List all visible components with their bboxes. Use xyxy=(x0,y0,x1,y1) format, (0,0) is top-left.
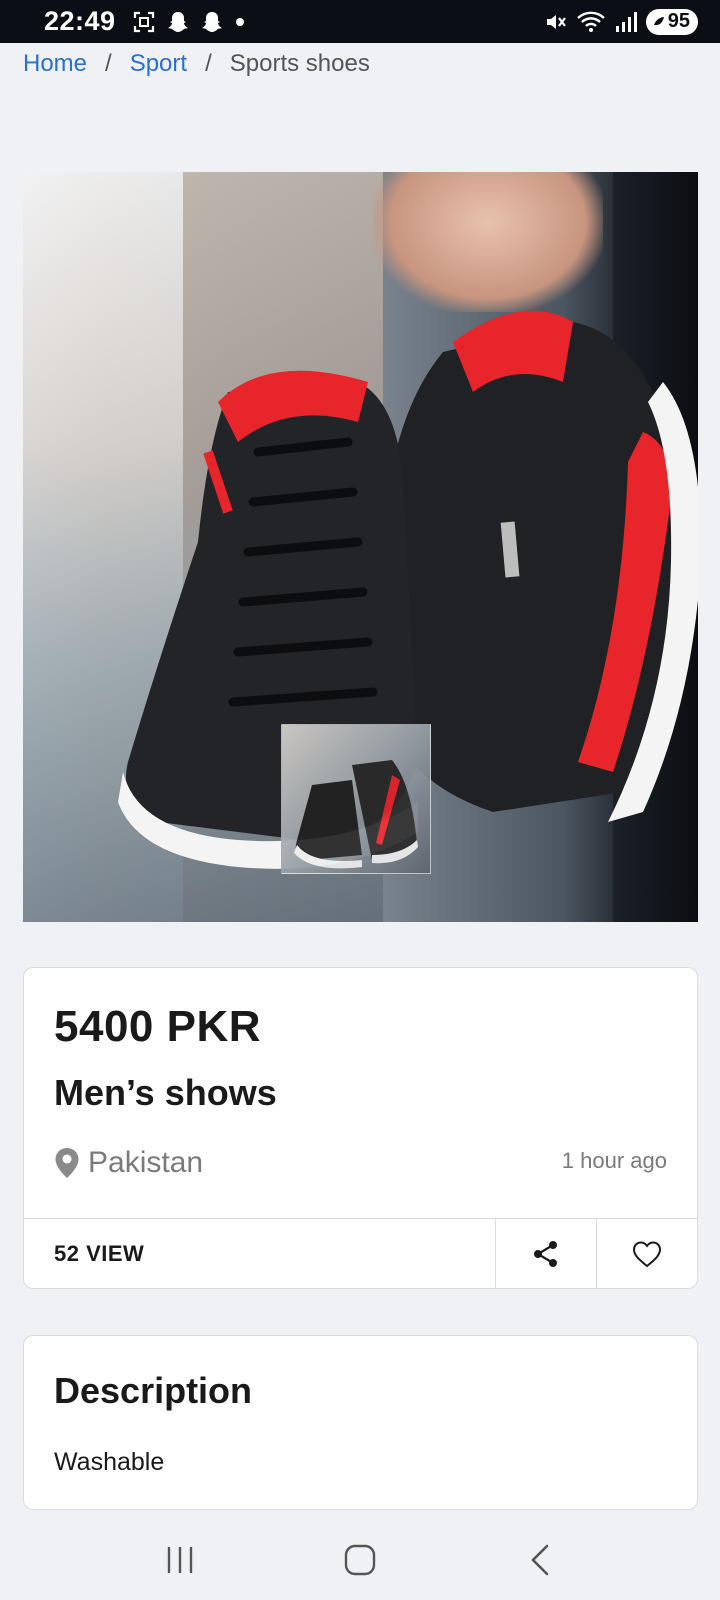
description-card: Description Washable xyxy=(23,1335,698,1510)
breadcrumb-home[interactable]: Home xyxy=(23,50,87,78)
card-footer: 52 VIEW xyxy=(24,1218,697,1289)
back-button[interactable] xyxy=(510,1530,570,1590)
battery-saver-icon xyxy=(653,16,664,25)
mute-icon xyxy=(546,14,566,29)
screenshot-icon xyxy=(133,11,154,32)
product-price: 5400 PKR xyxy=(54,1002,262,1051)
location-pin-icon xyxy=(55,1148,79,1178)
thumbnail-shoe-icon xyxy=(294,760,418,869)
signal-icon xyxy=(615,11,637,32)
recent-apps-button[interactable] xyxy=(150,1530,210,1590)
notification-icons xyxy=(132,10,246,34)
product-location: Pakistan xyxy=(54,1146,203,1180)
description-text: Washable xyxy=(54,1448,165,1476)
status-time: 22:49 xyxy=(44,6,116,36)
share-button[interactable] xyxy=(495,1219,596,1289)
image-thumbnail[interactable] xyxy=(281,724,431,874)
recent-apps-icon xyxy=(167,1547,193,1573)
breadcrumb: Home / Sport / Sports shoes xyxy=(23,50,370,78)
back-icon xyxy=(531,1544,549,1576)
posted-time: 1 hour ago xyxy=(561,1148,667,1173)
product-image[interactable] xyxy=(23,172,698,922)
dot-icon xyxy=(235,17,244,26)
battery-indicator: 95 xyxy=(645,8,698,35)
home-icon xyxy=(344,1544,376,1576)
location-text: Pakistan xyxy=(88,1146,204,1179)
product-title: Men’s shows xyxy=(54,1072,277,1113)
product-info-card: 5400 PKR Men’s shows Pakistan 1 hour ago… xyxy=(23,967,698,1289)
snapchat-icon xyxy=(167,11,188,32)
home-button[interactable] xyxy=(330,1530,390,1590)
system-icons: 95 xyxy=(544,8,698,35)
share-icon xyxy=(534,1241,557,1267)
description-heading: Description xyxy=(54,1370,253,1411)
system-navigation-bar xyxy=(0,1520,720,1600)
favorite-button[interactable] xyxy=(596,1219,697,1289)
breadcrumb-current: Sports shoes xyxy=(229,50,370,77)
heart-icon xyxy=(632,1241,662,1268)
breadcrumb-separator: / xyxy=(105,50,112,77)
snapchat-icon xyxy=(201,11,222,32)
breadcrumb-separator: / xyxy=(205,50,212,77)
breadcrumb-sport[interactable]: Sport xyxy=(130,50,187,78)
status-bar: 22:49 95 xyxy=(0,0,720,43)
battery-level: 95 xyxy=(667,10,690,32)
view-count: 52 VIEW xyxy=(54,1241,145,1266)
wifi-icon xyxy=(576,11,605,32)
